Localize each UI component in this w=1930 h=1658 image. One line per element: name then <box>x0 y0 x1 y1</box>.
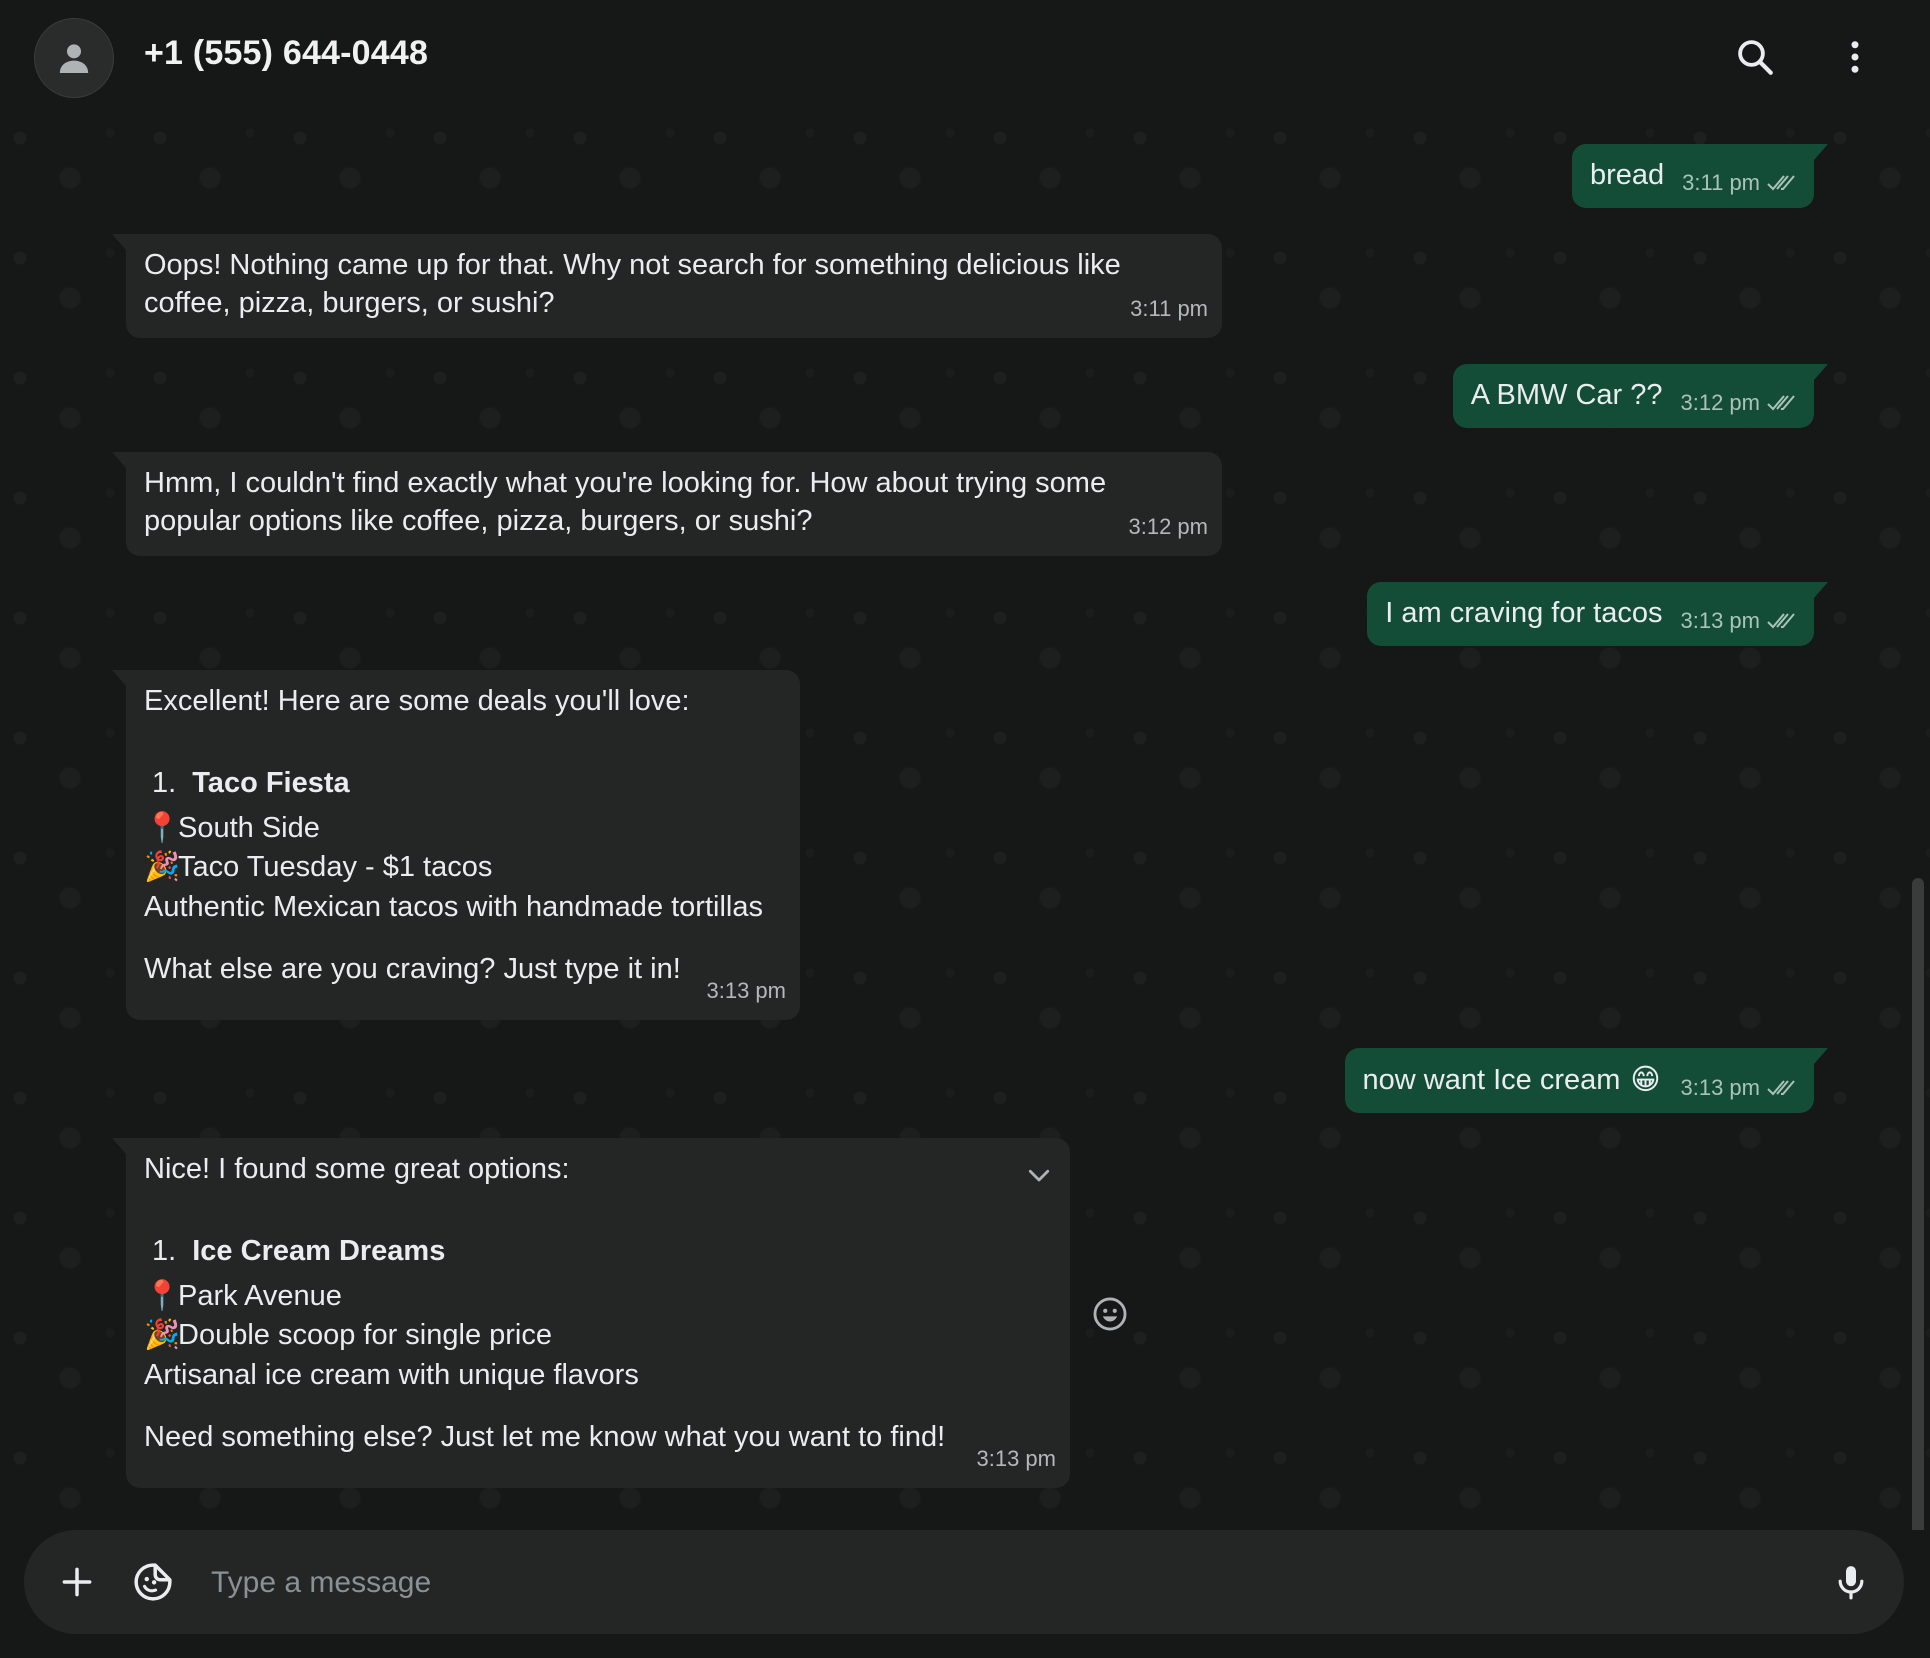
microphone-icon <box>1838 1566 1864 1600</box>
message-meta: 3:13 pm <box>1681 1069 1799 1107</box>
chevron-down-icon <box>1028 1169 1050 1182</box>
message-text: bread <box>1589 159 1665 191</box>
message-closing: What else are you craving? Just type it … <box>144 953 681 985</box>
message-input[interactable] <box>209 1552 1793 1614</box>
item-number: 1. <box>152 767 177 799</box>
pin-icon: 📍 <box>144 810 181 844</box>
incoming-message[interactable]: Oops! Nothing came up for that. Why not … <box>112 234 1222 338</box>
item-location: 📍South Side <box>144 810 320 844</box>
more-vertical-icon <box>1851 41 1859 73</box>
message-line: popular options like coffee, pizza, burg… <box>144 505 813 537</box>
party-icon: 🎉 <box>144 849 181 883</box>
item-deal: 🎉Taco Tuesday - $1 tacos <box>144 849 493 883</box>
sticker-icon <box>134 1563 172 1601</box>
item-name: Taco Fiesta <box>192 767 350 799</box>
message-text: now want Ice cream 😁 <box>1362 1062 1661 1096</box>
double-check-icon <box>1767 395 1795 411</box>
deal-item: 1. Ice Cream Dreams <box>144 1232 1054 1270</box>
message-meta: 3:11 pm <box>1682 164 1798 202</box>
message-time: 3:13 pm <box>1680 608 1761 633</box>
voice-message-button[interactable] <box>1826 1557 1876 1607</box>
pin-icon: 📍 <box>144 1278 181 1312</box>
menu-button[interactable] <box>1830 32 1880 82</box>
message-text: A BMW Car ?? <box>1470 379 1663 411</box>
message-time: 3:13 pm <box>976 1446 1057 1471</box>
message-line: Hmm, I couldn't find exactly what you're… <box>144 467 1107 499</box>
react-button[interactable] <box>1090 1294 1130 1334</box>
deal-item: 1. Taco Fiesta <box>144 764 784 802</box>
double-check-icon <box>1767 613 1795 629</box>
item-number: 1. <box>152 1235 177 1267</box>
item-description: Authentic Mexican tacos with handmade to… <box>144 891 763 923</box>
message-line: Oops! Nothing came up for that. Why not … <box>144 249 1121 281</box>
message-meta: 3:13 pm <box>1681 602 1799 640</box>
outgoing-message[interactable]: now want Ice cream 😁 3:13 pm <box>1344 1048 1829 1113</box>
search-button[interactable] <box>1730 32 1780 82</box>
outgoing-message[interactable]: A BMW Car ?? 3:12 pm <box>1452 364 1829 428</box>
message-time: 3:11 pm <box>1130 296 1208 321</box>
sticker-button[interactable] <box>128 1557 178 1607</box>
item-description: Artisanal ice cream with unique flavors <box>144 1359 639 1391</box>
smiley-icon <box>1093 1297 1127 1331</box>
incoming-message[interactable]: Excellent! Here are some deals you'll lo… <box>112 670 800 1020</box>
avatar[interactable] <box>34 18 114 98</box>
message-intro: Nice! I found some great options: <box>144 1153 570 1185</box>
message-options-button[interactable] <box>1022 1158 1056 1192</box>
scrollbar[interactable] <box>1912 878 1924 1530</box>
message-line: coffee, pizza, burgers, or sushi? <box>144 287 555 319</box>
chat-window: +1 (555) 644-0448 bread 3:11 pm Oops! No… <box>0 0 1930 1658</box>
message-text: I am craving for tacos <box>1385 597 1663 629</box>
contact-name[interactable]: +1 (555) 644-0448 <box>144 34 428 73</box>
outgoing-message[interactable]: bread 3:11 pm <box>1571 144 1829 208</box>
message-time: 3:13 pm <box>1680 1075 1761 1100</box>
item-location: 📍Park Avenue <box>144 1278 342 1312</box>
composer <box>24 1530 1904 1634</box>
double-check-icon <box>1767 175 1795 191</box>
message-list[interactable]: bread 3:11 pm Oops! Nothing came up for … <box>0 118 1930 1530</box>
message-time: 3:13 pm <box>706 978 787 1003</box>
message-closing: Need something else? Just let me know wh… <box>144 1421 946 1453</box>
attach-button[interactable] <box>52 1557 102 1607</box>
grinning-face-icon: 😁 <box>1630 1062 1661 1096</box>
outgoing-message[interactable]: I am craving for tacos 3:13 pm <box>1367 582 1828 646</box>
double-check-icon <box>1767 1080 1795 1096</box>
plus-icon <box>62 1567 92 1597</box>
chat-header: +1 (555) 644-0448 <box>0 0 1930 118</box>
item-name: Ice Cream Dreams <box>192 1235 446 1267</box>
search-icon <box>1738 40 1773 75</box>
message-intro: Excellent! Here are some deals you'll lo… <box>144 685 690 717</box>
message-time: 3:11 pm <box>1682 170 1760 195</box>
item-deal: 🎉Double scoop for single price <box>144 1317 552 1351</box>
message-meta: 3:12 pm <box>1681 384 1799 422</box>
party-icon: 🎉 <box>144 1317 181 1351</box>
composer-area <box>0 1530 1930 1658</box>
person-icon <box>59 44 89 73</box>
incoming-message[interactable]: Nice! I found some great options: 1. Ice… <box>112 1138 1070 1488</box>
message-time: 3:12 pm <box>1128 514 1209 539</box>
message-time: 3:12 pm <box>1680 390 1761 415</box>
incoming-message[interactable]: Hmm, I couldn't find exactly what you're… <box>112 452 1222 556</box>
